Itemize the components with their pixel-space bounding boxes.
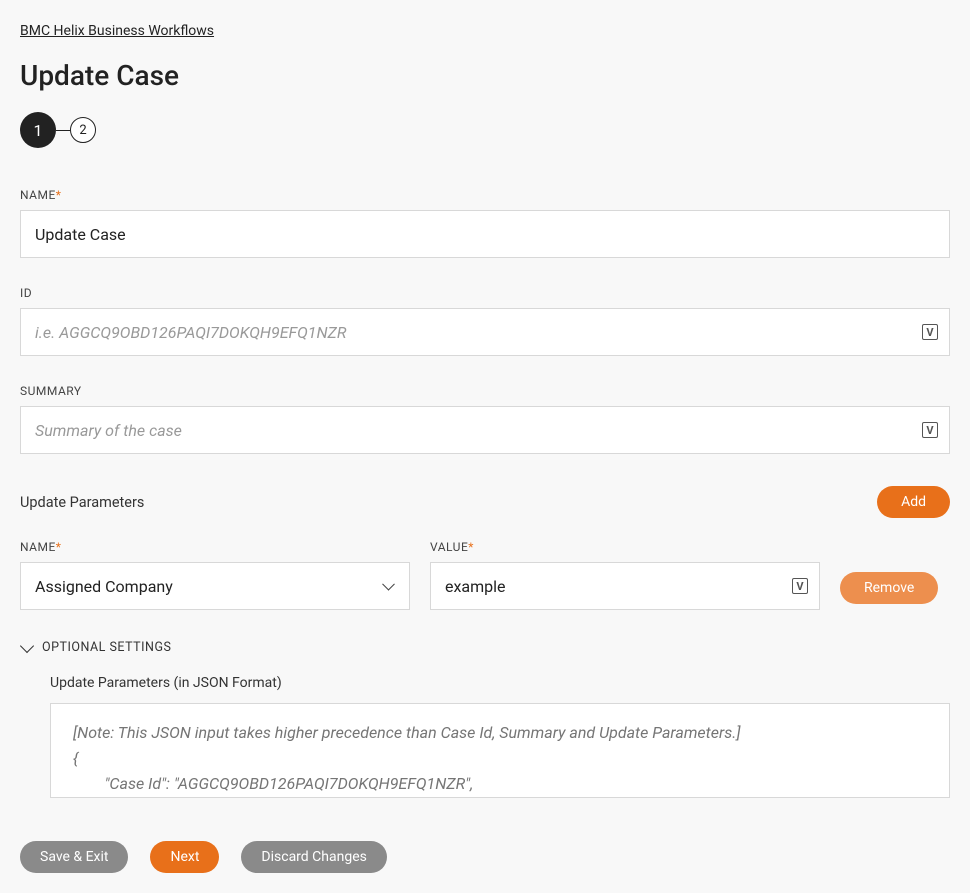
chevron-down-icon — [20, 638, 34, 652]
param-name-value: Assigned Company — [35, 577, 173, 596]
add-param-button[interactable]: Add — [877, 486, 950, 518]
summary-input[interactable] — [20, 406, 950, 454]
breadcrumb[interactable]: BMC Helix Business Workflows — [20, 23, 214, 39]
next-button[interactable]: Next — [150, 841, 219, 873]
step-indicator: 1 2 — [20, 112, 950, 148]
param-name-label: NAME* — [20, 540, 410, 554]
discard-button[interactable]: Discard Changes — [241, 841, 386, 873]
param-value-input[interactable] — [430, 562, 820, 610]
json-params-label: Update Parameters (in JSON Format) — [50, 675, 950, 691]
variable-picker-icon[interactable]: V — [922, 324, 938, 340]
step-2[interactable]: 2 — [70, 117, 96, 143]
page-title: Update Case — [20, 59, 950, 92]
step-connector — [56, 130, 70, 131]
id-label: ID — [20, 286, 950, 300]
summary-label: SUMMARY — [20, 384, 950, 398]
params-section-title: Update Parameters — [20, 494, 144, 511]
name-input[interactable] — [20, 210, 950, 258]
json-params-textarea[interactable] — [50, 703, 950, 798]
variable-picker-icon[interactable]: V — [922, 422, 938, 438]
step-1[interactable]: 1 — [20, 112, 56, 148]
param-row: NAME* Assigned Company VALUE* V Remove — [20, 540, 950, 610]
save-exit-button[interactable]: Save & Exit — [20, 841, 128, 873]
name-label: NAME* — [20, 188, 950, 202]
footer-actions: Save & Exit Next Discard Changes — [20, 841, 387, 873]
id-input[interactable] — [20, 308, 950, 356]
optional-settings-toggle[interactable]: OPTIONAL SETTINGS — [20, 640, 950, 655]
remove-param-button[interactable]: Remove — [840, 572, 938, 604]
variable-picker-icon[interactable]: V — [792, 578, 808, 594]
param-name-select[interactable]: Assigned Company — [20, 562, 410, 610]
optional-settings-label: OPTIONAL SETTINGS — [42, 640, 171, 655]
param-value-label: VALUE* — [430, 540, 820, 554]
